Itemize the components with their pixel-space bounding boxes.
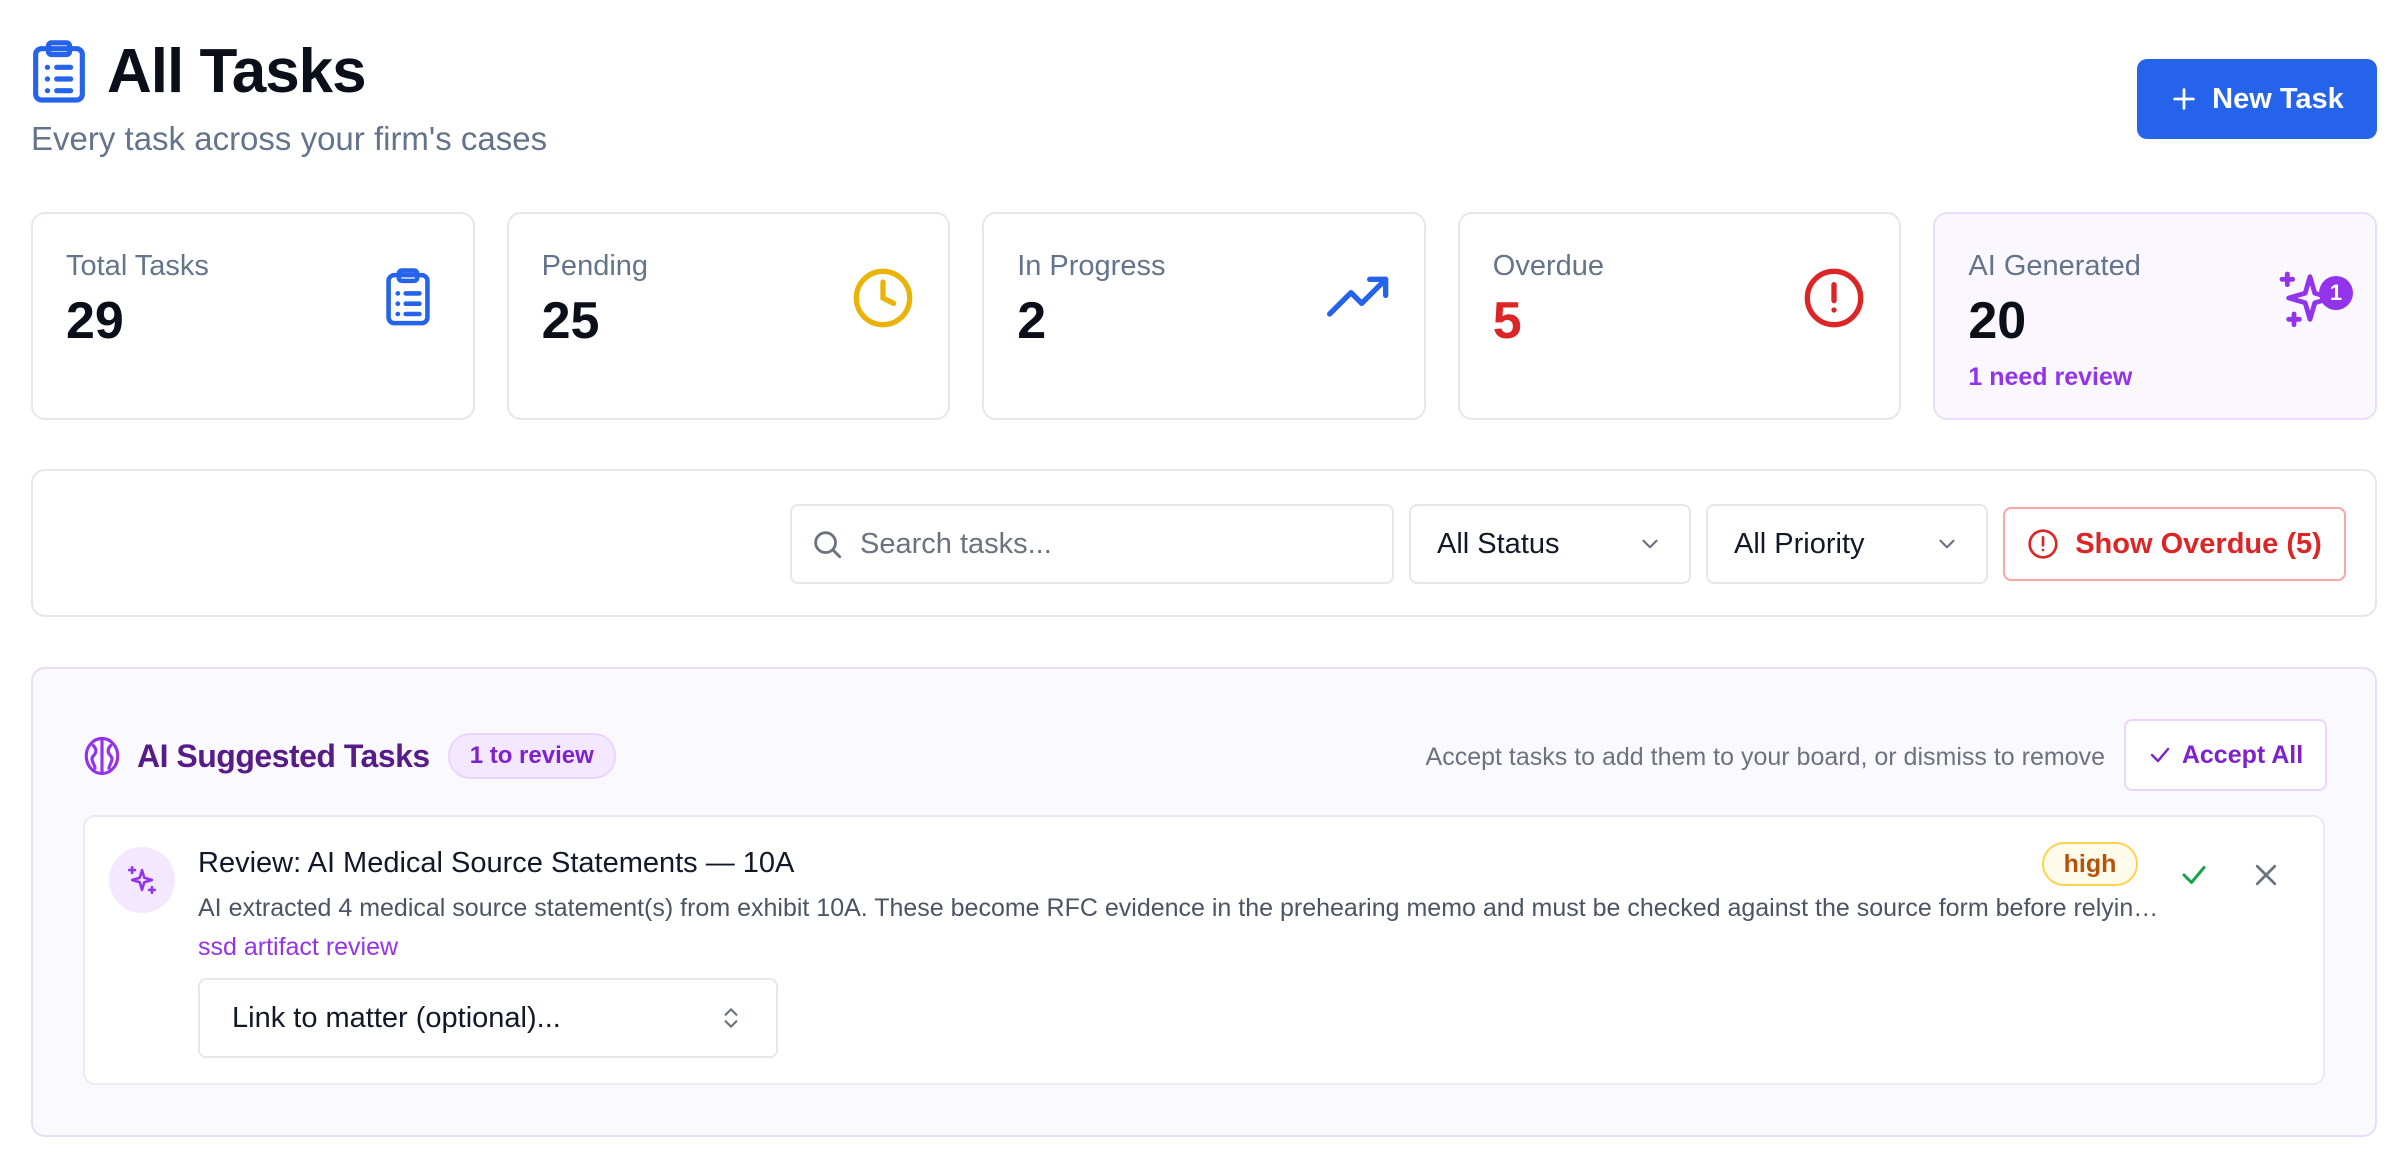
accept-all-button[interactable]: Accept All xyxy=(2124,719,2327,791)
page-subtitle: Every task across your firm's cases xyxy=(31,120,548,157)
task-title: Review: AI Medical Source Statements — 1… xyxy=(198,847,795,879)
sparkles-icon xyxy=(127,865,157,895)
chevrons-up-down-icon xyxy=(724,1008,738,1028)
clipboard-icon xyxy=(385,268,430,326)
task-source-tag: ssd artifact review xyxy=(198,933,399,961)
need-review-text: 1 need review xyxy=(1968,363,2133,391)
trending-up-icon xyxy=(1326,276,1389,317)
search-box xyxy=(790,504,1394,584)
stat-card-overdue: Overdue 5 xyxy=(1457,212,1902,420)
status-select[interactable]: All Status xyxy=(1409,504,1691,584)
check-icon xyxy=(2182,866,2206,884)
ai-panel-title: AI Suggested Tasks xyxy=(137,737,430,774)
ai-suggested-panel: AI Suggested Tasks 1 to review Accept ta… xyxy=(31,667,2377,1137)
clipboard-icon xyxy=(33,40,85,103)
task-description: AI extracted 4 medical source statement(… xyxy=(198,894,2163,922)
status-select-value: All Status xyxy=(1437,527,1560,560)
review-count-badge: 1 to review xyxy=(447,733,616,779)
ai-panel-hint: Accept tasks to add them to your board, … xyxy=(1425,743,2105,771)
new-task-button[interactable]: New Task xyxy=(2137,59,2377,139)
alert-circle-icon xyxy=(1805,268,1864,328)
chevron-down-icon xyxy=(1939,539,1955,549)
chevron-down-icon xyxy=(1642,539,1658,549)
search-input[interactable] xyxy=(860,527,1380,561)
filter-bar: All Status All Priority Show Overdue (5) xyxy=(31,469,2377,617)
stats-row: Total Tasks 29 Pending 25 In Progress 2 … xyxy=(31,212,2377,420)
alert-circle-icon xyxy=(2028,529,2058,559)
close-icon xyxy=(2255,864,2277,886)
clock-icon xyxy=(853,268,913,328)
title-row: All Tasks xyxy=(31,34,2377,110)
priority-select-value: All Priority xyxy=(1734,527,1865,560)
page-header: All Tasks Every task across your firm's … xyxy=(31,34,2377,164)
dismiss-task-button[interactable] xyxy=(2246,855,2286,895)
stat-card-pending: Pending 25 xyxy=(506,212,951,420)
accept-all-label: Accept All xyxy=(2181,740,2304,769)
show-overdue-label: Show Overdue (5) xyxy=(2075,527,2322,560)
task-avatar xyxy=(109,847,175,913)
stat-card-total: Total Tasks 29 xyxy=(31,212,475,420)
priority-select[interactable]: All Priority xyxy=(1706,504,1988,584)
ai-count-badge: 1 xyxy=(2318,276,2353,310)
search-icon xyxy=(814,531,842,559)
check-icon xyxy=(2150,747,2170,763)
plus-icon xyxy=(2173,88,2195,110)
priority-badge: high xyxy=(2042,842,2138,886)
link-matter-value: Link to matter (optional)... xyxy=(232,1001,561,1034)
ai-panel-header: AI Suggested Tasks 1 to review xyxy=(81,733,616,779)
link-matter-select[interactable]: Link to matter (optional)... xyxy=(198,978,778,1058)
new-task-label: New Task xyxy=(2212,82,2344,115)
stat-card-in-progress: In Progress 2 xyxy=(982,212,1426,420)
page-title: All Tasks xyxy=(107,37,367,106)
brain-icon xyxy=(84,736,120,776)
show-overdue-button[interactable]: Show Overdue (5) xyxy=(2003,507,2346,581)
suggested-task-card: Review: AI Medical Source Statements — 1… xyxy=(83,815,2325,1085)
stat-card-ai-generated: AI Generated 20 1 need review 1 xyxy=(1933,212,2377,420)
accept-task-button[interactable] xyxy=(2174,855,2214,895)
